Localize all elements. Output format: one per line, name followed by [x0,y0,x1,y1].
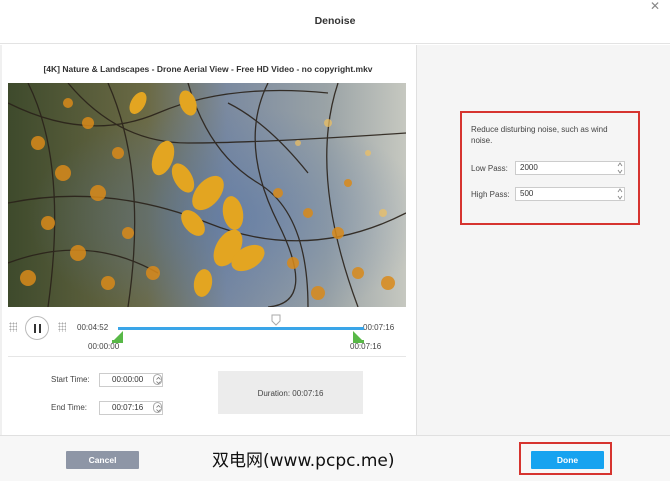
pause-button[interactable] [25,316,49,340]
close-icon[interactable]: ✕ [650,0,660,12]
pause-icon [34,324,36,333]
trim-end-handle[interactable] [353,331,364,343]
watermark-text: 双电网(www.pcpc.me) [212,451,395,471]
start-time-label: Start Time: [51,375,90,384]
start-time-spin-icon[interactable] [153,374,162,385]
pause-icon-bar [39,324,41,333]
playhead-icon[interactable] [271,314,281,326]
duration-label: Duration: [257,389,291,398]
divider [8,356,406,357]
duration-value: 00:07:16 [292,389,324,398]
high-pass-stepper-icon[interactable] [616,187,624,201]
video-frame-image [8,83,406,307]
current-time: 00:04:52 [77,323,109,332]
settings-panel [416,45,670,435]
high-pass-input[interactable]: 500 [515,187,625,201]
low-pass-stepper-icon[interactable] [616,161,624,175]
end-time-spin-icon[interactable] [153,402,162,413]
left-edge [0,45,2,435]
cancel-button[interactable]: Cancel [66,451,139,469]
dialog-title: Denoise [314,15,356,27]
trim-start-marker: 00:00:00 [88,342,120,351]
duration-box: Duration: 00:07:16 [218,371,363,414]
video-preview[interactable] [8,83,406,307]
right-grip-icon [58,322,66,332]
done-button[interactable]: Done [531,451,604,469]
denoise-description: Reduce disturbing noise, such as wind no… [471,125,608,145]
low-pass-label: Low Pass: [471,164,508,173]
trim-start-handle[interactable] [112,331,123,343]
trim-end-marker: 00:07:16 [350,342,382,351]
total-time: 00:07:16 [363,323,395,332]
low-pass-input[interactable]: 2000 [515,161,625,175]
duration-text: Duration: 00:07:16 [218,389,363,398]
high-pass-label: High Pass: [471,190,510,199]
left-grip-icon [9,322,17,332]
end-time-label: End Time: [51,403,88,412]
video-filename: [4K] Nature & Landscapes - Drone Aerial … [43,64,373,74]
trim-track[interactable] [118,327,364,330]
